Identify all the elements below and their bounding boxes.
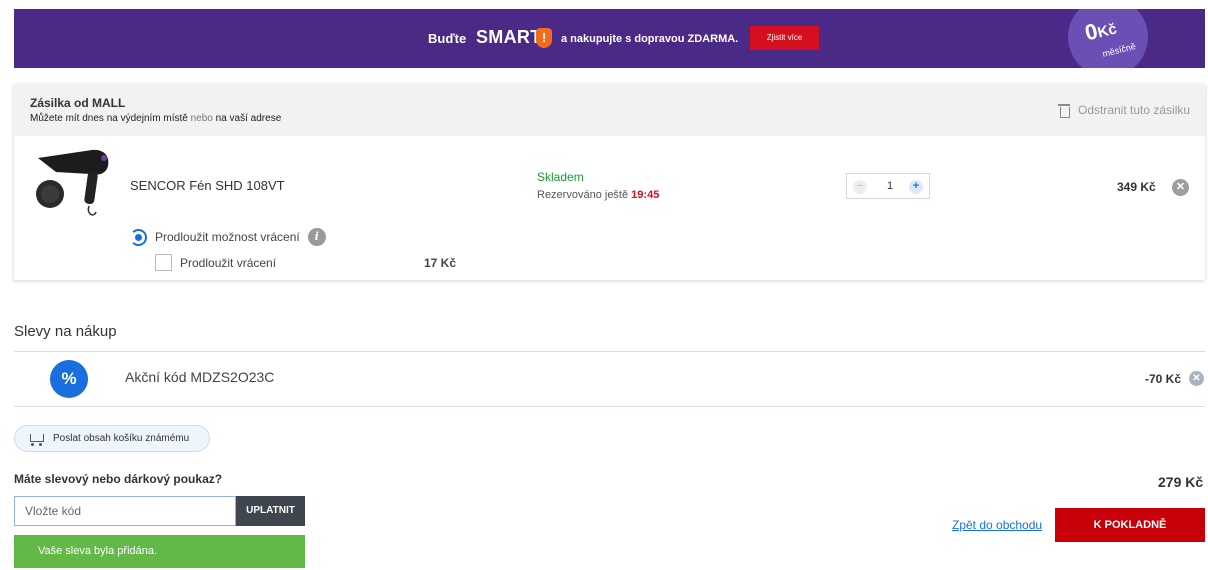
divider bbox=[14, 406, 1205, 407]
remove-discount-icon[interactable]: ✕ bbox=[1189, 371, 1204, 386]
back-to-shop-link[interactable]: Zpět do obchodu bbox=[952, 518, 1042, 532]
shipment-title: Zásilka od MALL bbox=[30, 96, 126, 110]
discounts-title: Slevy na nákup bbox=[14, 323, 117, 340]
decrease-quantity-button[interactable]: − bbox=[853, 180, 867, 194]
banner-brand: SMART bbox=[476, 27, 542, 47]
product-name[interactable]: SENCOR Fén SHD 108VT bbox=[130, 178, 285, 193]
shipment-header: Zásilka od MALL Můžete mít dnes na výdej… bbox=[14, 84, 1205, 136]
quantity-stepper: − 1 + bbox=[846, 173, 930, 199]
cart-icon bbox=[27, 432, 45, 446]
extend-return-icon bbox=[130, 228, 147, 246]
banner-post-text: a nakupujte s dopravou ZDARMA. bbox=[561, 33, 739, 45]
stock-status: Skladem bbox=[537, 170, 584, 184]
discount-value: -70 Kč bbox=[1145, 372, 1182, 386]
return-extension-heading: Prodloužit možnost vrácení bbox=[155, 230, 300, 244]
quantity-value[interactable]: 1 bbox=[883, 180, 897, 192]
return-extension-row: Prodloužit možnost vrácení i bbox=[130, 228, 326, 246]
trash-icon bbox=[1058, 102, 1070, 118]
send-cart-button[interactable]: Poslat obsah košíku známému bbox=[14, 425, 210, 452]
info-icon[interactable]: i bbox=[307, 228, 326, 246]
shipment-card: Zásilka od MALL Můžete mít dnes na výdej… bbox=[14, 84, 1205, 280]
extend-return-checkbox[interactable] bbox=[155, 254, 172, 271]
increase-quantity-button[interactable]: + bbox=[909, 180, 923, 194]
smart-logo-icon: ! bbox=[536, 28, 552, 48]
smart-promo-banner[interactable]: Buďte SMART ! a nakupujte s dopravou ZDA… bbox=[14, 9, 1205, 68]
shipment-subtitle: Můžete mít dnes na výdejním místě nebo n… bbox=[30, 113, 282, 124]
hair-dryer-product-image[interactable] bbox=[34, 144, 114, 224]
apply-voucher-button[interactable]: UPLATNIT bbox=[236, 496, 305, 526]
item-price: 349 Kč bbox=[1117, 180, 1156, 194]
remove-shipment-button[interactable]: Odstranit tuto zásilku bbox=[1058, 102, 1190, 118]
banner-more-button[interactable]: Zjistit více bbox=[750, 26, 819, 50]
checkout-button[interactable]: K POKLADNĚ bbox=[1055, 508, 1205, 542]
close-icon[interactable]: ✕ bbox=[1172, 179, 1189, 196]
banner-pre-text: Buďte bbox=[428, 31, 467, 46]
percent-icon: % bbox=[50, 360, 88, 398]
extend-return-label[interactable]: Prodloužit vrácení bbox=[180, 256, 276, 270]
divider bbox=[14, 351, 1205, 352]
discount-success-message: Vaše sleva byla přidána. bbox=[14, 535, 305, 568]
cart-total: 279 Kč bbox=[1158, 474, 1204, 490]
extend-return-price: 17 Kč bbox=[424, 256, 457, 270]
promo-code-label: Akční kód MDZS2O23C bbox=[125, 369, 275, 385]
voucher-code-input[interactable] bbox=[14, 496, 236, 526]
reservation-time: Rezervováno ještě 19:45 bbox=[537, 189, 660, 201]
voucher-question: Máte slevový nebo dárkový poukaz? bbox=[14, 472, 223, 486]
